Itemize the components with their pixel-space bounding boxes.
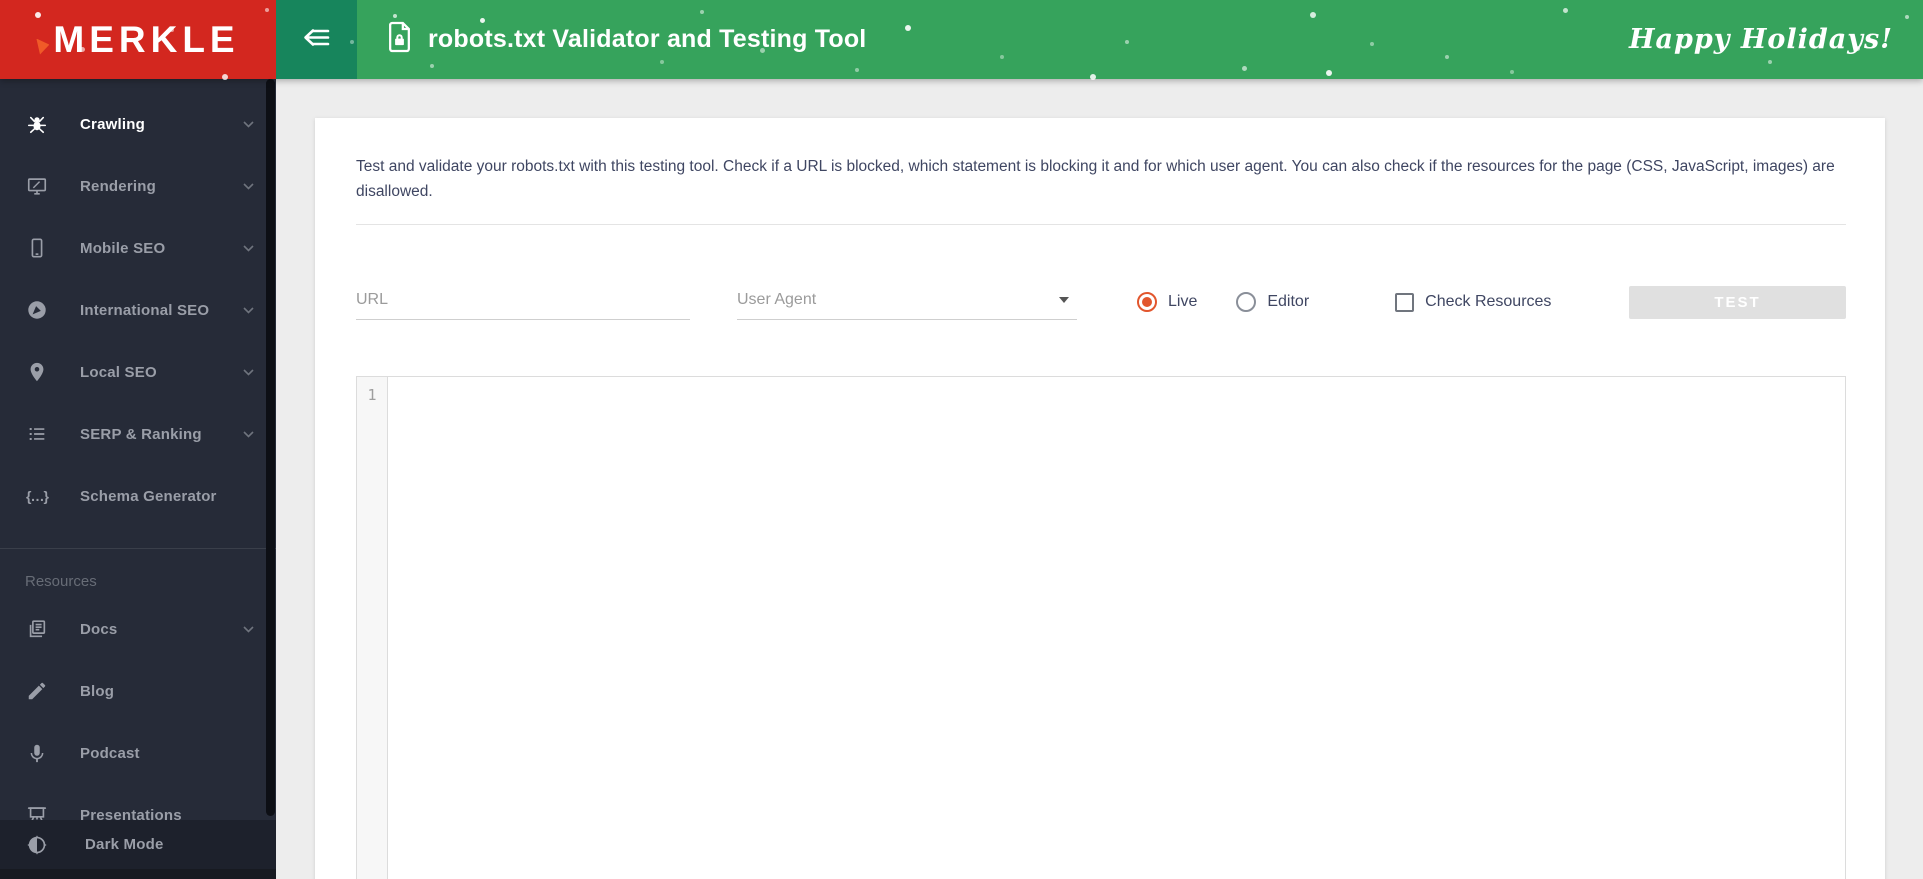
tool-card: Test and validate your robots.txt with t…	[315, 118, 1885, 879]
snow-dot	[1905, 15, 1909, 19]
sidebar-item-label: Podcast	[80, 744, 140, 762]
snow-dot	[1000, 55, 1004, 59]
editor-radio-label[interactable]: Editor	[1267, 293, 1309, 311]
merkle-logo-triangle-icon	[36, 38, 50, 55]
check-resources-wrap: Check Resources	[1395, 292, 1551, 312]
snow-dot	[1370, 42, 1374, 46]
snow-dot	[1310, 12, 1316, 18]
sidebar-item-label: International SEO	[80, 301, 210, 319]
snow-dot	[1510, 70, 1514, 74]
chevron-down-icon[interactable]	[243, 368, 254, 376]
monitor-icon	[25, 175, 49, 197]
sidebar-item-local-seo[interactable]: Local SEO	[0, 341, 276, 403]
sidebar: Crawling Rendering Mobile SEO International…	[0, 79, 276, 879]
smartphone-icon	[25, 237, 49, 259]
sidebar-item-crawling[interactable]: Crawling	[0, 93, 276, 155]
chevron-down-icon[interactable]	[243, 625, 254, 633]
dark-mode-label: Dark Mode	[85, 836, 164, 853]
line-number: 1	[367, 386, 377, 404]
snow-dot	[1445, 55, 1449, 59]
sidebar-item-label: Crawling	[80, 115, 145, 133]
user-agent-value: User Agent	[737, 290, 817, 308]
sidebar-item-blog[interactable]: Blog	[0, 660, 276, 722]
dropdown-arrow-icon	[1059, 296, 1069, 303]
microphone-icon	[25, 742, 49, 764]
mode-radio-group: Live Editor	[1137, 292, 1309, 312]
sidebar-item-schema-generator[interactable]: {…} Schema Generator	[0, 465, 276, 527]
editor-line-number-gutter: 1	[357, 377, 388, 879]
url-input[interactable]	[356, 284, 690, 320]
holiday-greeting: Happy Holidays!	[1629, 24, 1893, 55]
merkle-logo[interactable]: MERKLE	[0, 0, 276, 79]
sidebar-bottom-strip	[0, 869, 276, 879]
live-radio[interactable]	[1137, 292, 1157, 312]
sidebar-item-docs[interactable]: Docs	[0, 598, 276, 660]
snow-dot	[1768, 60, 1772, 64]
sidebar-item-international-seo[interactable]: International SEO	[0, 279, 276, 341]
list-icon	[25, 423, 49, 445]
test-button[interactable]: TEST	[1629, 285, 1846, 319]
sidebar-item-label: Schema Generator	[80, 487, 217, 505]
sidebar-section-label: Resources	[25, 573, 97, 590]
merkle-logo-text: MERKLE	[53, 18, 240, 60]
title-wrap: robots.txt Validator and Testing Tool	[386, 0, 866, 79]
chevron-down-icon[interactable]	[243, 430, 254, 438]
chevron-down-icon[interactable]	[243, 244, 254, 252]
chevron-down-icon[interactable]	[243, 120, 254, 128]
card-divider	[356, 224, 1846, 225]
chevron-down-icon[interactable]	[243, 306, 254, 314]
snow-dot	[1563, 8, 1568, 13]
sidebar-collapse-button[interactable]	[276, 0, 357, 79]
sidebar-item-rendering[interactable]: Rendering	[0, 155, 276, 217]
sidebar-item-podcast[interactable]: Podcast	[0, 722, 276, 784]
pencil-icon	[25, 680, 49, 702]
robots-file-lock-icon	[386, 21, 413, 58]
sidebar-item-label: Blog	[80, 682, 115, 700]
sidebar-scrollbar[interactable]	[266, 79, 275, 816]
sidebar-item-mobile-seo[interactable]: Mobile SEO	[0, 217, 276, 279]
snow-dot	[905, 25, 911, 31]
sidebar-item-label: Mobile SEO	[80, 239, 166, 257]
globe-icon	[25, 299, 49, 321]
tool-description: Test and validate your robots.txt with t…	[356, 158, 1835, 200]
map-pin-icon	[25, 361, 49, 383]
contrast-icon	[25, 834, 49, 856]
app-header: MERKLE robots.txt Validator and Testing …	[0, 0, 1923, 80]
test-form-row: User Agent Live Editor Check Resources T…	[356, 283, 1846, 321]
editor-text-area[interactable]	[388, 377, 1845, 879]
chevron-down-icon[interactable]	[243, 182, 254, 190]
dark-mode-toggle[interactable]: Dark Mode	[0, 820, 276, 869]
check-resources-checkbox[interactable]	[1395, 292, 1415, 312]
sidebar-item-label: Rendering	[80, 177, 156, 195]
sidebar-nav: Crawling Rendering Mobile SEO International…	[0, 79, 276, 846]
user-agent-select[interactable]: User Agent	[737, 285, 1077, 320]
snow-dot	[1242, 66, 1247, 71]
sidebar-item-label: Local SEO	[80, 363, 157, 381]
robots-txt-editor: 1	[356, 376, 1846, 879]
editor-radio[interactable]	[1236, 292, 1257, 312]
sidebar-item-label: SERP & Ranking	[80, 425, 202, 443]
snow-dot	[1125, 40, 1129, 44]
sidebar-item-serp-ranking[interactable]: SERP & Ranking	[0, 403, 276, 465]
braces-icon: {…}	[26, 488, 49, 504]
page-title: robots.txt Validator and Testing Tool	[428, 25, 867, 53]
live-radio-label[interactable]: Live	[1168, 293, 1197, 311]
collapse-arrow-icon	[301, 25, 332, 55]
main-content: Test and validate your robots.txt with t…	[276, 79, 1923, 879]
spider-icon	[25, 113, 49, 135]
check-resources-label[interactable]: Check Resources	[1425, 293, 1551, 311]
docs-icon	[25, 618, 49, 640]
snow-dot	[1326, 70, 1332, 76]
sidebar-item-label: Docs	[80, 620, 118, 638]
